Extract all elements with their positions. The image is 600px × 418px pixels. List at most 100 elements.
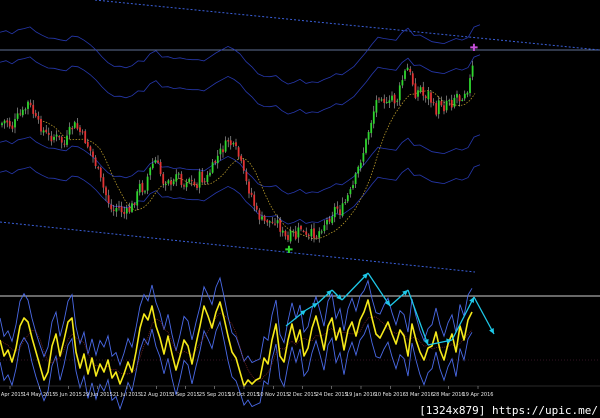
candle-body [112, 209, 115, 211]
candle-body [193, 181, 196, 186]
candle-body [378, 98, 380, 100]
candle-body [297, 227, 300, 238]
candle-body [42, 130, 45, 133]
x-tick-label: 1 Apr 2015 [0, 392, 24, 398]
candle-body [138, 183, 141, 193]
candle-body [328, 218, 331, 222]
candle-body [68, 126, 71, 135]
candle-body [144, 191, 146, 193]
candle-body [393, 94, 396, 104]
candle-body [107, 195, 110, 204]
x-tick-label: 24 Dec 2015 [316, 392, 348, 398]
candle-body [32, 104, 35, 114]
candle-body [406, 67, 409, 70]
candle-body [203, 181, 206, 183]
candle-body [333, 207, 336, 218]
candle-body [19, 113, 22, 115]
candle-body [162, 174, 165, 184]
candle-body [318, 231, 321, 238]
candle-body [50, 135, 53, 142]
x-tick-label: 10 Feb 2016 [375, 392, 406, 398]
candle-body [206, 174, 209, 183]
candle-body [443, 105, 445, 112]
candle-body [417, 90, 419, 97]
candle-body [346, 195, 349, 202]
candle-body [63, 143, 66, 145]
candle-body [339, 209, 341, 215]
candle-body [209, 172, 211, 176]
candle-body [352, 185, 354, 189]
candle-body [279, 220, 282, 232]
candle-body [21, 109, 24, 116]
x-tick-label: 3 Mar 2016 [405, 392, 434, 398]
candle-body [326, 220, 328, 225]
candle-body [60, 137, 63, 143]
candle-body [300, 226, 302, 230]
candle-body [47, 132, 50, 135]
candle-body [250, 192, 253, 195]
x-tick-label: 12 Aug 2015 [140, 392, 172, 398]
candle-body [336, 206, 339, 209]
candle-body [164, 183, 167, 186]
candle-body [315, 236, 318, 238]
candle-body [331, 216, 334, 224]
candle-body [211, 162, 214, 173]
candle-body [154, 159, 157, 163]
candle-body [37, 116, 40, 120]
candle-body [354, 173, 357, 184]
candle-body [248, 181, 250, 194]
x-tick-label: 29 Jun 2015 [83, 392, 113, 398]
candle-body [45, 129, 48, 133]
candle-body [170, 181, 172, 185]
candle-body [219, 148, 222, 155]
candle-body [430, 92, 432, 103]
candle-body [120, 206, 123, 213]
candle-body [214, 161, 217, 163]
candle-body [81, 131, 84, 133]
candle-body [458, 95, 461, 102]
candle-body [118, 206, 120, 208]
candle-body [11, 125, 14, 129]
price-chart[interactable]: ✚ ✚ 1 Apr 201514 May 20155 Jun 201529 Jun… [0, 0, 600, 418]
candle-body [3, 120, 6, 124]
candle-body [261, 216, 263, 220]
x-tick-label: 28 Mar 2016 [433, 392, 465, 398]
candle-body [404, 70, 406, 79]
candle-body [313, 228, 315, 239]
candle-body [198, 171, 201, 188]
candle-body [388, 100, 391, 103]
candle-body [172, 181, 175, 185]
candle-body [463, 93, 466, 99]
candle-body [123, 212, 126, 214]
candle-body [245, 171, 248, 182]
candle-body [180, 173, 183, 185]
candle-body [125, 208, 128, 214]
candle-body [71, 128, 74, 130]
candle-body [183, 185, 185, 187]
candle-body [380, 99, 383, 101]
candle-body [167, 180, 170, 184]
candle-body [14, 119, 16, 128]
candle-body [131, 203, 133, 212]
candle-body [263, 215, 266, 221]
x-tick-label: 14 May 2015 [23, 392, 56, 398]
candle-body [149, 168, 152, 176]
candle-body [133, 203, 136, 205]
candle-body [274, 223, 276, 225]
candle-body [305, 231, 308, 235]
candle-body [432, 102, 435, 104]
candle-body [268, 221, 271, 223]
candle-body [196, 184, 198, 188]
candle-body [367, 132, 370, 140]
candle-body [289, 230, 292, 242]
candle-body [237, 147, 240, 157]
candle-body [398, 85, 401, 101]
candle-body [287, 235, 289, 240]
candle-body [84, 131, 87, 143]
candle-body [146, 176, 149, 191]
candle-body [281, 230, 284, 233]
x-tick-label: 25 Sep 2015 [199, 392, 231, 398]
candle-body [136, 191, 139, 206]
candle-body [266, 220, 269, 223]
candle-body [94, 157, 97, 166]
